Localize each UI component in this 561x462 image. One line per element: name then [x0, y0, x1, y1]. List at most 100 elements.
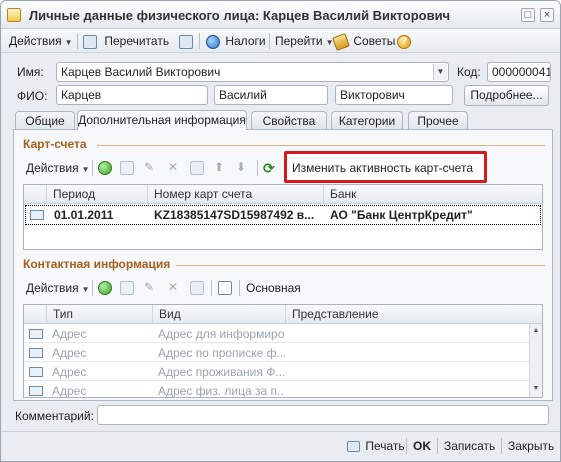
contact-kind: Адрес для информиро... — [158, 327, 285, 341]
ok-button[interactable]: OK — [413, 438, 431, 454]
chevron-down-icon: ▼ — [81, 285, 90, 294]
title-bar: Личные данные физического лица: Карцев В… — [1, 1, 560, 29]
section-divider — [97, 145, 545, 146]
toolbar-divider — [199, 33, 200, 49]
address-icon — [29, 386, 43, 396]
goto-menu-label: Перейти — [275, 34, 323, 48]
close-window-button[interactable]: × — [540, 8, 554, 22]
toolbar-divider — [77, 33, 78, 49]
table-row[interactable]: Адрес Адрес по прописке ф... — [24, 344, 529, 362]
scroll-up-icon[interactable]: ▲ — [531, 326, 541, 336]
last-name-field[interactable]: Карцев — [56, 85, 208, 105]
form-icon — [7, 8, 21, 22]
contact-type: Адрес — [52, 346, 87, 360]
chevron-down-icon[interactable]: ▼ — [433, 64, 447, 80]
delete-icon[interactable]: ✕ — [168, 280, 178, 294]
edit-icon[interactable]: ✎ — [144, 160, 154, 174]
edit-icon[interactable]: ✎ — [144, 280, 154, 294]
contact-kind: Адрес по прописке ф... — [158, 346, 285, 360]
record-icon — [30, 210, 44, 220]
column-header-kind[interactable]: Вид — [152, 305, 285, 324]
save-button[interactable]: Записать — [444, 438, 495, 454]
tips-label: Советы — [353, 34, 396, 48]
goto-menu[interactable]: Перейти ▼ — [275, 33, 333, 49]
add-icon[interactable] — [98, 281, 112, 295]
move-up-icon[interactable]: ⬆ — [214, 160, 224, 174]
toolbar-divider — [92, 280, 93, 296]
name-field-value: Карцев Василий Викторович — [61, 65, 221, 79]
first-name-field[interactable]: Василий — [214, 85, 328, 105]
copy-icon[interactable] — [120, 281, 134, 295]
tips-button[interactable]: Советы — [332, 32, 396, 51]
card-period: 01.01.2011 — [54, 208, 114, 222]
contacts-scrollbar[interactable]: ▲ ▼ — [529, 324, 542, 397]
change-card-activity-button[interactable]: Изменить активность карт-счета — [292, 160, 473, 176]
contact-kind: Адрес проживания Ф... — [158, 365, 285, 379]
close-button[interactable]: Закрыть — [508, 438, 554, 454]
first-name-value: Василий — [219, 88, 267, 102]
tab-general[interactable]: Общие — [15, 111, 75, 130]
cards-table[interactable]: Период Номер карт счета Банк 01.01.2011 … — [23, 184, 543, 250]
tips-icon — [332, 32, 350, 51]
reread-label: Перечитать — [104, 34, 170, 48]
comment-field[interactable] — [97, 405, 549, 425]
save-row-icon[interactable] — [190, 161, 204, 175]
actions-menu[interactable]: Действия ▼ — [9, 33, 73, 49]
contact-view — [285, 325, 528, 343]
cards-actions-menu[interactable]: Действия ▼ — [26, 160, 90, 176]
contacts-table[interactable]: Тип Вид Представление Адрес Адрес для ин… — [23, 304, 543, 398]
footer-separator — [501, 438, 502, 454]
person-data-window: Личные данные физического лица: Карцев В… — [0, 0, 561, 462]
set-main-button[interactable]: Основная — [246, 280, 301, 296]
column-header-view[interactable]: Представление — [285, 305, 528, 324]
toolbar-divider — [257, 160, 258, 176]
column-header-period[interactable]: Период — [46, 185, 147, 204]
contact-kind: Адрес физ. лица за п... — [158, 384, 285, 398]
table-row[interactable]: 01.01.2011 KZ18385147SD15987492 в... АО … — [25, 205, 541, 225]
print-button[interactable]: Печать — [347, 438, 405, 454]
new-document-icon — [179, 34, 193, 49]
more-button[interactable]: Подробнее... — [464, 85, 549, 106]
contacts-actions-menu[interactable]: Действия ▼ — [26, 280, 90, 296]
table-row[interactable]: Адрес Адрес проживания Ф... — [24, 363, 529, 381]
contact-view — [285, 344, 528, 362]
main-toolbar: Действия ▼ Перечитать Налоги Перейти ▼ Сов… — [1, 29, 560, 53]
delete-icon[interactable]: ✕ — [168, 160, 178, 174]
contacts-section-title: Контактная информация — [23, 257, 171, 271]
toolbar-divider — [239, 280, 240, 296]
maximize-button[interactable]: □ — [521, 8, 535, 22]
move-down-icon[interactable]: ⬇ — [236, 160, 246, 174]
name-field[interactable]: Карцев Василий Викторович ▼ — [56, 62, 449, 82]
new-document-button[interactable] — [179, 33, 193, 49]
tab-properties[interactable]: Свойства — [251, 111, 327, 130]
add-icon[interactable] — [98, 161, 112, 175]
table-row[interactable]: Адрес Адрес для информиро... — [24, 325, 529, 343]
middle-name-field[interactable]: Викторович — [335, 85, 453, 105]
fio-label: ФИО: — [17, 89, 48, 103]
help-button[interactable]: ? — [397, 33, 411, 49]
set-main-icon[interactable] — [218, 281, 232, 295]
scroll-down-icon[interactable]: ▼ — [531, 384, 541, 394]
taxes-button[interactable]: Налоги — [206, 33, 266, 49]
refresh-icon[interactable]: ⟳ — [263, 160, 275, 177]
code-field-value: 000000041 — [492, 65, 551, 79]
taxes-label: Налоги — [225, 34, 266, 48]
cards-section-title: Карт-счета — [23, 137, 87, 151]
printer-icon — [347, 441, 360, 453]
footer-separator — [406, 438, 407, 454]
column-header-card-number[interactable]: Номер карт счета — [147, 185, 323, 204]
save-row-icon[interactable] — [190, 281, 204, 295]
code-field[interactable]: 000000041 — [487, 62, 551, 82]
column-header-type[interactable]: Тип — [46, 305, 152, 324]
reread-button[interactable]: Перечитать — [83, 33, 169, 49]
copy-icon[interactable] — [120, 161, 134, 175]
tab-categories[interactable]: Категории — [331, 111, 403, 130]
actions-menu-label: Действия — [9, 34, 62, 48]
tab-other[interactable]: Прочее — [408, 111, 468, 130]
address-icon — [29, 367, 43, 377]
column-header-bank[interactable]: Банк — [323, 185, 542, 204]
table-row[interactable]: Адрес Адрес физ. лица за п... — [24, 382, 529, 398]
contact-type: Адрес — [52, 365, 87, 379]
section-divider — [176, 265, 545, 266]
tab-additional-info[interactable]: Дополнительная информация — [77, 110, 247, 130]
